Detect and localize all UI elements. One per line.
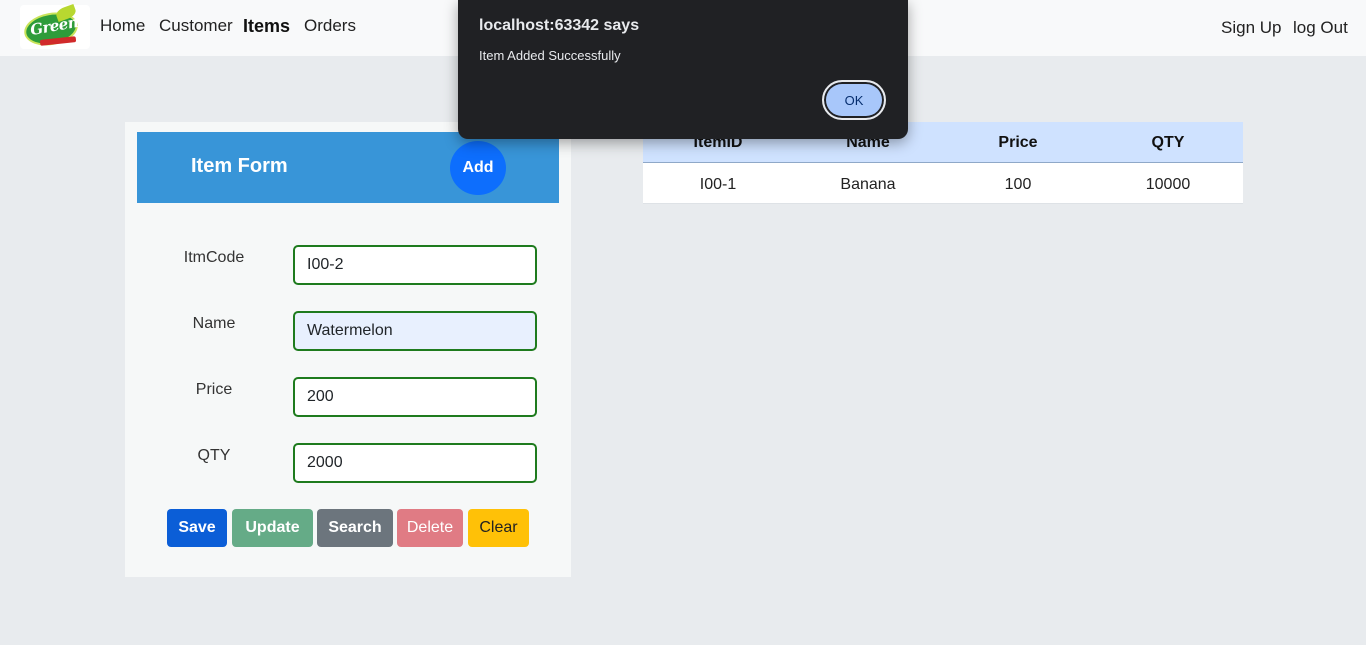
form-header: Item Form Add	[137, 132, 559, 203]
price-input[interactable]	[293, 377, 537, 417]
qty-input[interactable]	[293, 443, 537, 483]
search-button[interactable]: Search	[317, 509, 393, 547]
form-title: Item Form	[191, 155, 288, 177]
nav-link-orders[interactable]: Orders	[304, 16, 356, 36]
dialog-message: Item Added Successfully	[479, 48, 621, 63]
alert-dialog: localhost:63342 says Item Added Successf…	[458, 0, 908, 139]
nav-link-customer[interactable]: Customer	[159, 16, 233, 36]
cell-qty: 10000	[1145, 176, 1191, 193]
cell-item-id: I00-1	[699, 176, 737, 193]
sign-up-link[interactable]: Sign Up	[1221, 18, 1281, 38]
clear-button[interactable]: Clear	[468, 509, 529, 547]
column-header-qty: QTY	[1151, 134, 1185, 151]
add-button[interactable]: Add	[450, 141, 506, 195]
nav-link-items[interactable]: Items	[243, 16, 290, 37]
delete-button[interactable]: Delete	[397, 509, 463, 547]
item-code-label: ItmCode	[183, 249, 245, 266]
save-button[interactable]: Save	[167, 509, 227, 547]
dialog-title: localhost:63342 says	[479, 17, 640, 34]
column-header-price: Price	[998, 134, 1038, 151]
item-code-input[interactable]	[293, 245, 537, 285]
cell-name: Banana	[840, 176, 896, 193]
log-out-link[interactable]: log Out	[1293, 18, 1348, 38]
update-button[interactable]: Update	[232, 509, 313, 547]
price-label: Price	[195, 381, 233, 398]
name-input[interactable]	[293, 311, 537, 351]
brand-logo[interactable]: Green	[20, 3, 90, 50]
ok-button[interactable]: OK	[822, 80, 886, 120]
name-label: Name	[192, 315, 236, 332]
qty-label: QTY	[197, 447, 231, 464]
cell-price: 100	[1004, 176, 1032, 193]
nav-link-home[interactable]: Home	[100, 16, 145, 36]
table-row[interactable]: I00-1 Banana 100 10000	[643, 163, 1243, 204]
item-form-card: Item Form Add ItmCode Name Price QTY Sav…	[125, 122, 571, 577]
